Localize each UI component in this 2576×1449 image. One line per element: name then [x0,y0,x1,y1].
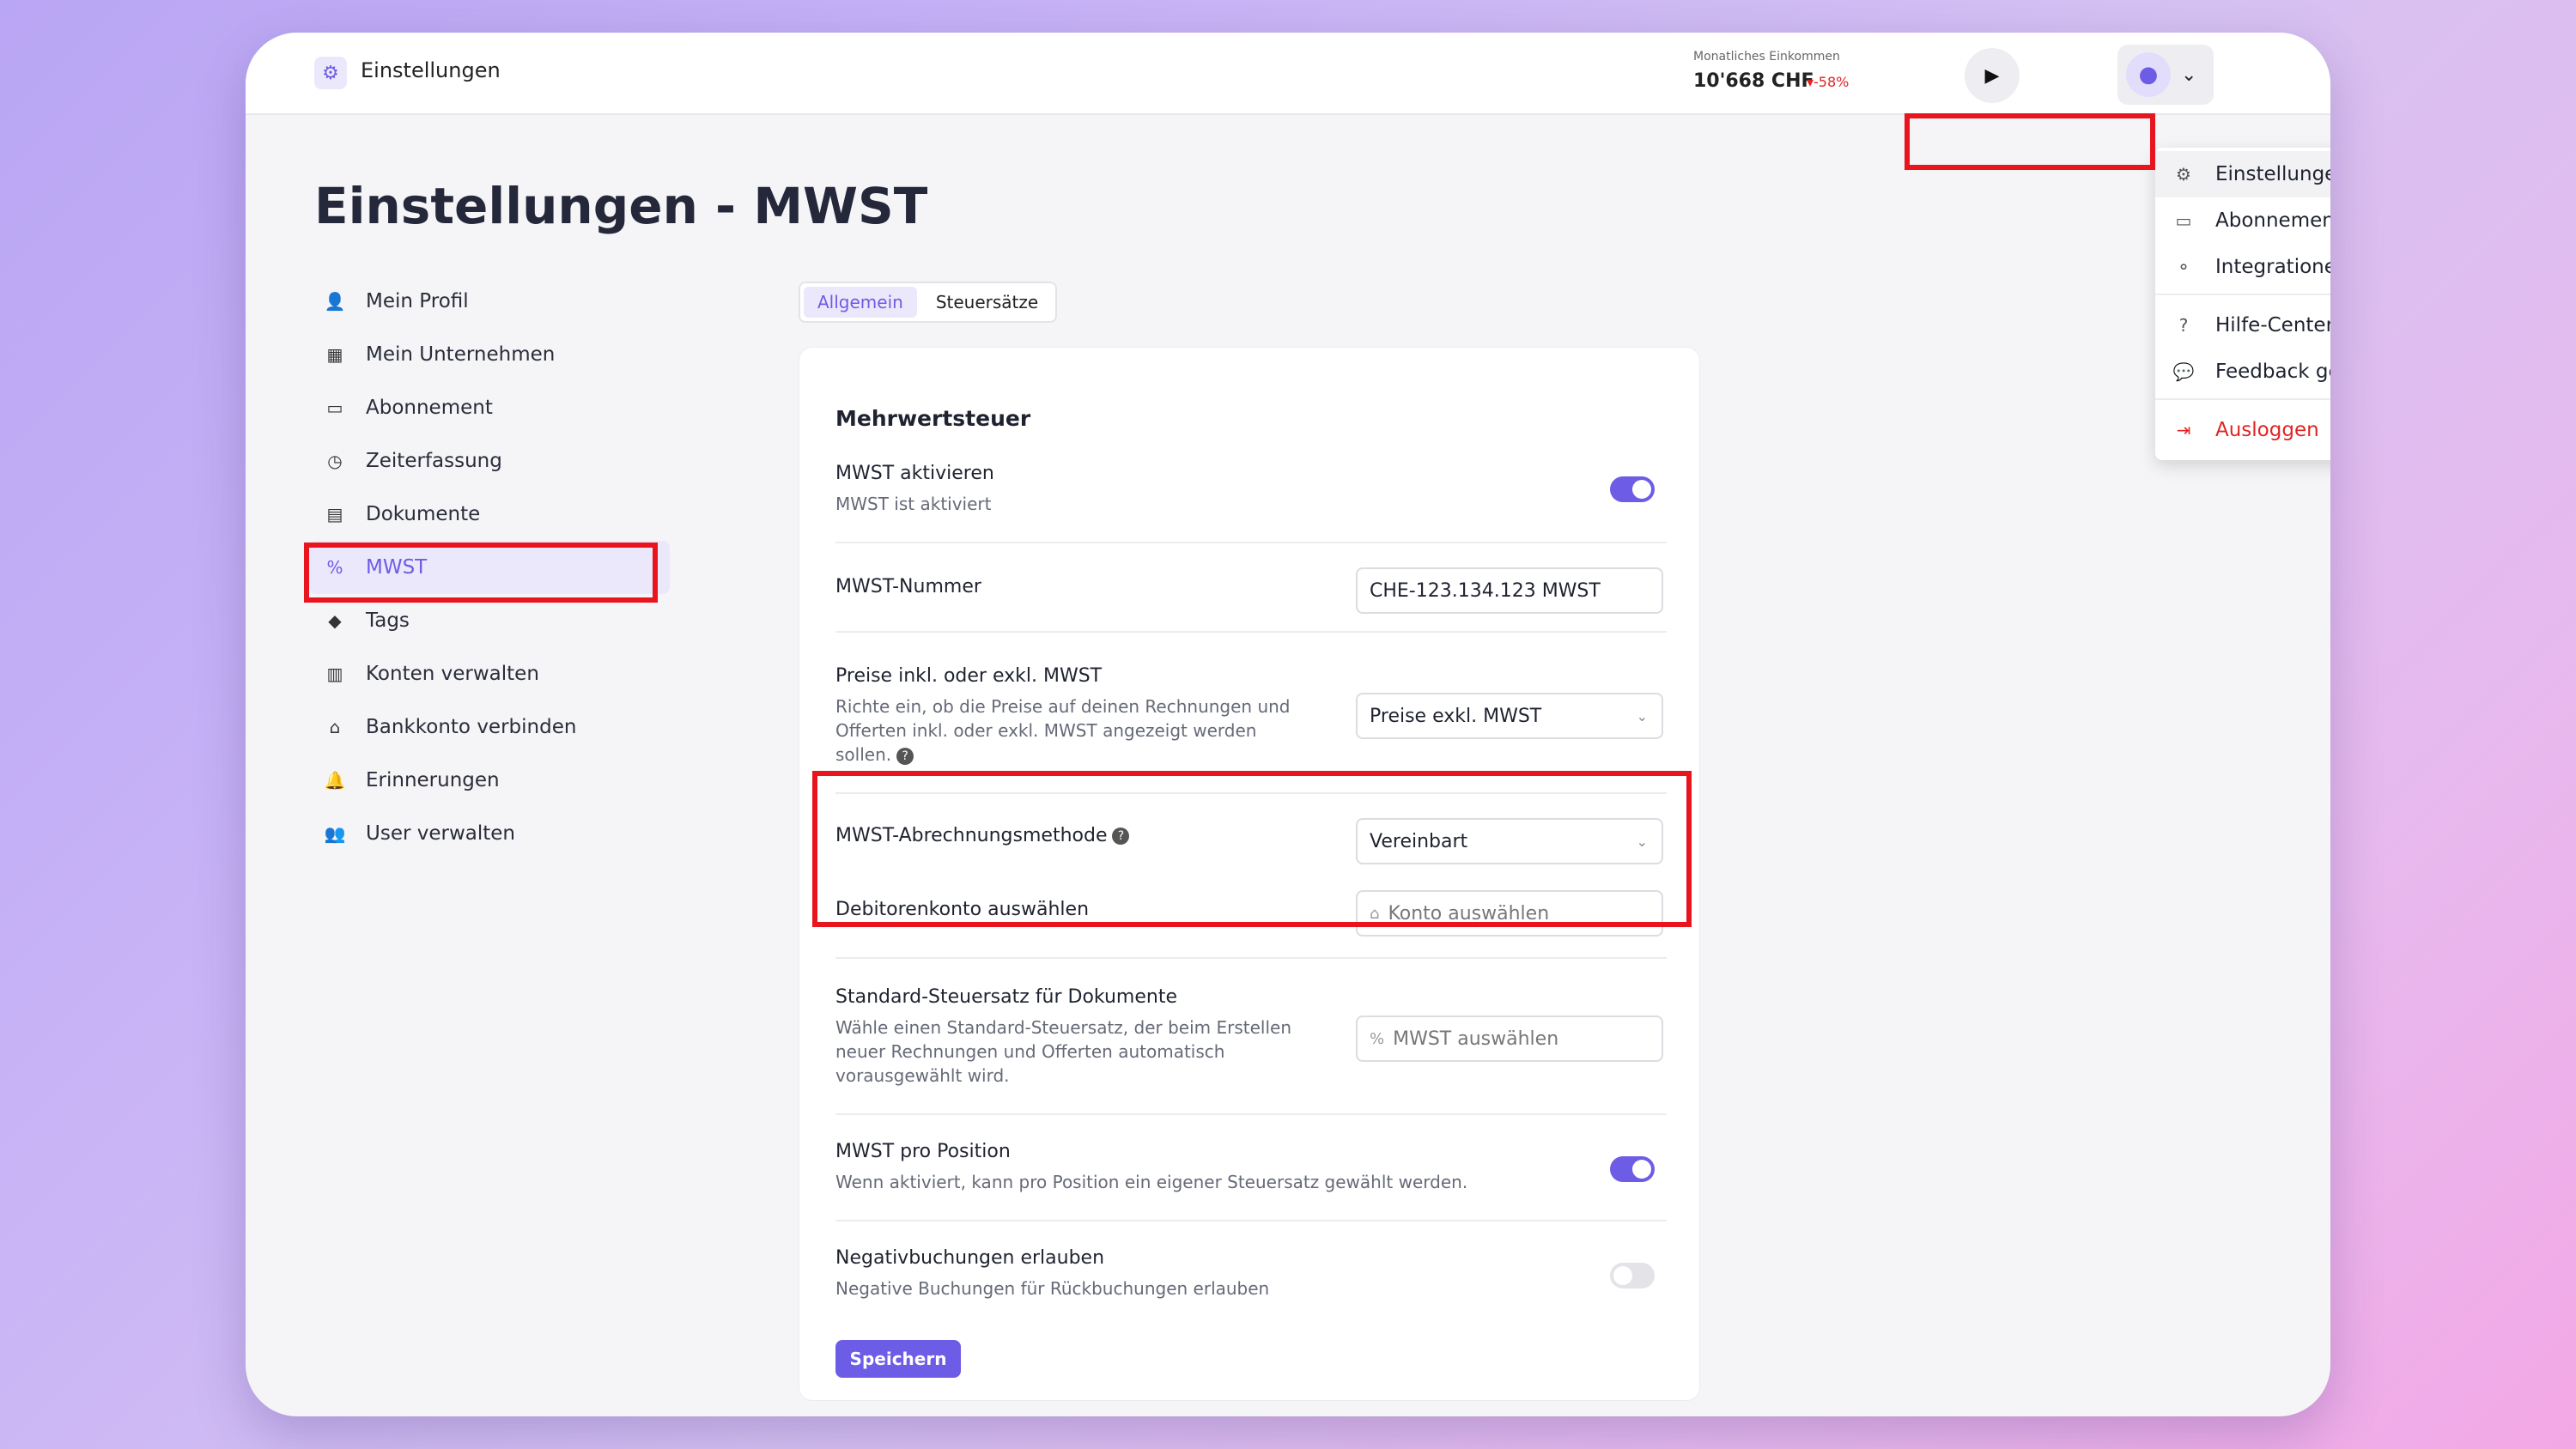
default-rate-select[interactable]: % MWST auswählen [1356,1016,1663,1062]
users-icon: 👥 [324,823,346,844]
building-icon: ▦ [326,344,343,365]
credit-card-icon: ▭ [326,397,343,418]
per-position-sub: Wenn aktiviert, kann pro Position ein ei… [835,1172,1468,1192]
sidebar-item-mein-profil[interactable]: 👤 Mein Profil [309,275,670,328]
sidebar-item-user-verwalten[interactable]: 👥 User verwalten [309,807,670,860]
menu-item-feedback[interactable]: 💬 Feedback geben [2155,349,2330,395]
ledger-icon: ▥ [326,664,343,684]
divider [835,631,1667,633]
vat-enable-sub: MWST ist aktiviert [835,494,992,514]
sidebar-item-label: User verwalten [366,822,515,845]
help-icon[interactable]: ? [896,747,914,765]
user-dropdown-menu: ⚙ Einstellungen ▭ Abonnement ⚬ Integrati… [2155,148,2330,460]
app-window: ⚙ Einstellungen Monatliches Einkommen 10… [246,33,2330,1416]
income-change: ▾-58% [1807,74,1850,90]
tab-allgemein[interactable]: Allgemein [804,287,917,318]
avatar: ● [2126,52,2171,97]
credit-card-icon: ▭ [2175,210,2192,231]
chevron-down-icon: ⌄ [2181,64,2197,86]
clock-icon: ◷ [327,451,343,471]
save-button[interactable]: Speichern [835,1340,961,1378]
income-label: Monatliches Einkommen [1693,50,1840,64]
bell-icon: 🔔 [324,770,346,791]
divider [2155,294,2330,295]
menu-item-ausloggen[interactable]: ⇥ Ausloggen [2155,407,2330,453]
divider [835,1113,1667,1115]
default-rate-sub: Wähle einen Standard-Steuersatz, der bei… [835,1017,1291,1086]
negative-label: Negativbuchungen erlauben [835,1247,1105,1269]
vat-enable-label: MWST aktivieren [835,463,994,484]
chat-icon: 💬 [2172,361,2195,382]
sidebar-item-label: Abonnement [366,397,493,419]
tab-steuersaetze[interactable]: Steuersätze [922,287,1052,318]
app-title: Einstellungen [361,58,501,82]
top-bar: ⚙ Einstellungen Monatliches Einkommen 10… [246,33,2330,115]
divider [835,1220,1667,1222]
vat-enable-toggle[interactable] [1610,476,1655,502]
tab-bar: Allgemein Steuersätze [799,282,1058,323]
document-icon: ▤ [326,504,343,524]
card-title: Mehrwertsteuer [835,406,1031,431]
per-position-label: MWST pro Position [835,1141,1011,1162]
logout-icon: ⇥ [2176,420,2191,440]
divider [835,542,1667,543]
sidebar-item-mein-unternehmen[interactable]: ▦ Mein Unternehmen [309,328,670,381]
menu-item-abonnement[interactable]: ▭ Abonnement [2155,197,2330,244]
tag-icon: ◆ [328,610,342,631]
income-value: 10'668 CHF [1693,70,1814,92]
percent-icon: % [1370,1029,1385,1048]
bank-icon: ⌂ [329,717,341,737]
sidebar-item-konten-verwalten[interactable]: ▥ Konten verwalten [309,647,670,700]
default-rate-label: Standard-Steuersatz für Dokumente [835,986,1177,1008]
per-position-toggle[interactable] [1610,1156,1655,1182]
divider [835,957,1667,959]
user-icon: ● [2138,62,2159,88]
vat-number-input[interactable]: CHE-123.134.123 MWST [1356,567,1663,614]
negative-sub: Negative Buchungen für Rückbuchungen erl… [835,1278,1270,1299]
divider [2155,398,2330,400]
prices-sub: Richte ein, ob die Preise auf deinen Rec… [835,696,1291,765]
prices-label: Preise inkl. oder exkl. MWST [835,665,1103,687]
sidebar-item-label: Mein Unternehmen [366,343,556,366]
sidebar-item-bankkonto-verbinden[interactable]: ⌂ Bankkonto verbinden [309,700,670,754]
highlight-box-mwst [304,543,658,603]
sidebar-item-erinnerungen[interactable]: 🔔 Erinnerungen [309,754,670,807]
sidebar-item-label: Mein Profil [366,290,469,312]
sidebar-item-dokumente[interactable]: ▤ Dokumente [309,488,670,541]
integrations-icon: ⚬ [2176,257,2191,277]
menu-item-integrationen[interactable]: ⚬ Integrationen [2155,244,2330,290]
highlight-box-settings [1905,113,2155,170]
negative-toggle[interactable] [1610,1263,1655,1288]
chevron-down-icon: ⌄ [1636,707,1648,724]
page-title: Einstellungen - MWST [314,177,928,235]
gear-icon: ⚙ [314,57,347,89]
gear-icon: ⚙ [2176,164,2191,185]
sidebar-item-label: Tags [366,609,410,632]
sidebar-item-label: Zeiterfassung [366,450,502,472]
user-icon: 👤 [324,291,346,312]
vat-number-label: MWST-Nummer [835,576,981,597]
highlight-box-method [812,771,1692,927]
play-button[interactable]: ▶ [1965,48,2020,103]
user-menu-button[interactable]: ● ⌄ [2117,45,2214,105]
play-icon: ▶ [1984,64,2000,87]
sidebar-item-label: Konten verwalten [366,663,539,685]
menu-item-einstellungen[interactable]: ⚙ Einstellungen [2155,151,2330,197]
menu-item-hilfe-center[interactable]: ? Hilfe-Center [2155,302,2330,349]
trend-down-icon: ▾ [1807,74,1814,90]
help-icon: ? [2178,315,2189,336]
sidebar-item-label: Dokumente [366,503,481,525]
sidebar-item-zeiterfassung[interactable]: ◷ Zeiterfassung [309,434,670,488]
sidebar-item-label: Erinnerungen [366,769,500,791]
prices-select[interactable]: Preise exkl. MWST ⌄ [1356,693,1663,739]
sidebar-item-label: Bankkonto verbinden [366,716,577,738]
sidebar-item-abonnement[interactable]: ▭ Abonnement [309,381,670,434]
